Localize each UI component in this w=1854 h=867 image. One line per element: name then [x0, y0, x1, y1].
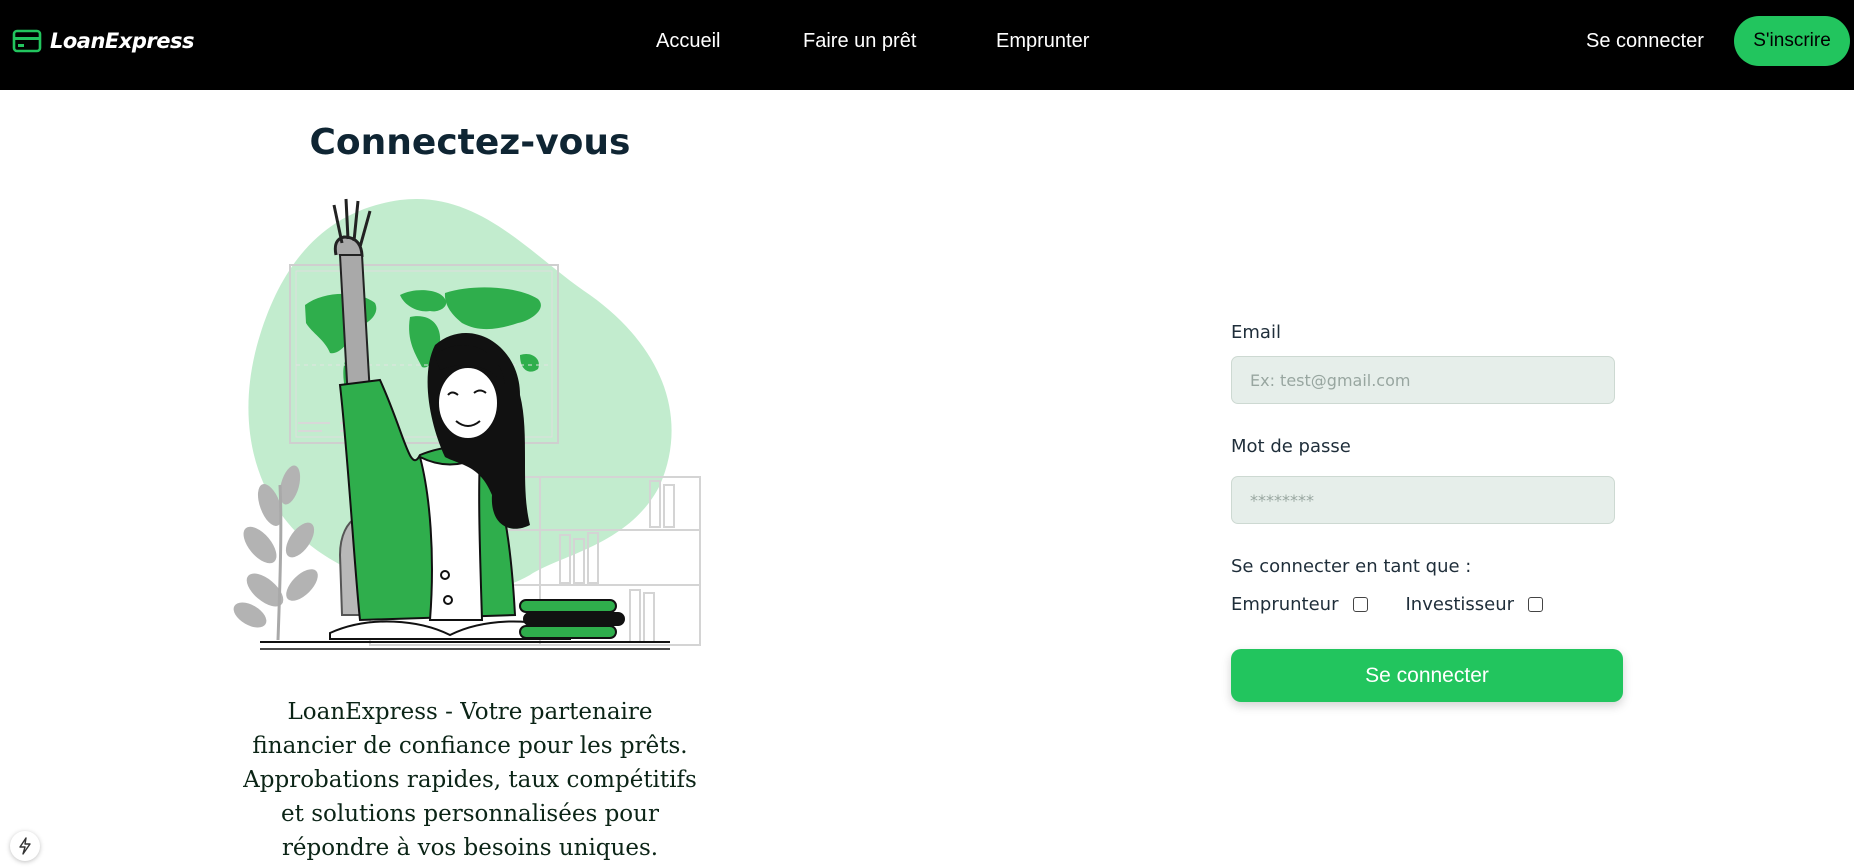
role-label: Se connecter en tant que :	[1231, 556, 1472, 577]
signup-button[interactable]: S'inscrire	[1734, 16, 1850, 66]
role-checkbox-emprunteur[interactable]	[1352, 597, 1368, 612]
role-option-emprunteur: Emprunteur	[1231, 594, 1368, 615]
role-label-emprunteur: Emprunteur	[1231, 594, 1339, 615]
tagline-line: financier de confiance pour les prêts.	[252, 733, 688, 759]
top-navbar: LoanExpress Accueil Faire un prêt Emprun…	[0, 0, 1854, 90]
lightning-badge[interactable]	[10, 831, 40, 861]
tagline-line: LoanExpress - Votre partenaire	[287, 699, 653, 725]
page-title: Connectez-vous	[309, 122, 631, 163]
role-label-investisseur: Investisseur	[1405, 594, 1515, 615]
tagline-line: et solutions personnalisées pour	[281, 801, 659, 827]
brand-logo[interactable]: LoanExpress	[12, 28, 194, 54]
nav-link-accueil[interactable]: Accueil	[656, 30, 720, 53]
role-options: Emprunteur Investisseur	[1231, 594, 1581, 615]
book-stack	[519, 599, 625, 639]
nav-link-faire-un-pret[interactable]: Faire un prêt	[803, 30, 916, 53]
brand-name: LoanExpress	[50, 29, 194, 53]
login-submit-button[interactable]: Se connecter	[1231, 649, 1623, 702]
credit-card-icon	[12, 29, 42, 53]
tagline-line: répondre à vos besoins uniques.	[281, 835, 659, 861]
password-label: Mot de passe	[1231, 436, 1351, 457]
email-input[interactable]	[1231, 356, 1615, 404]
student-illustration	[233, 198, 701, 650]
role-option-investisseur: Investisseur	[1406, 594, 1544, 615]
nav-login-link[interactable]: Se connecter	[1586, 30, 1704, 53]
nav-link-emprunter[interactable]: Emprunter	[996, 30, 1089, 53]
role-checkbox-investisseur[interactable]	[1528, 597, 1544, 612]
email-label: Email	[1231, 322, 1281, 343]
tagline: LoanExpress - Votre partenaire financier…	[220, 695, 720, 865]
password-input[interactable]	[1231, 476, 1615, 524]
lightning-icon	[19, 837, 31, 855]
tagline-line: Approbations rapides, taux compétitifs	[243, 767, 697, 793]
